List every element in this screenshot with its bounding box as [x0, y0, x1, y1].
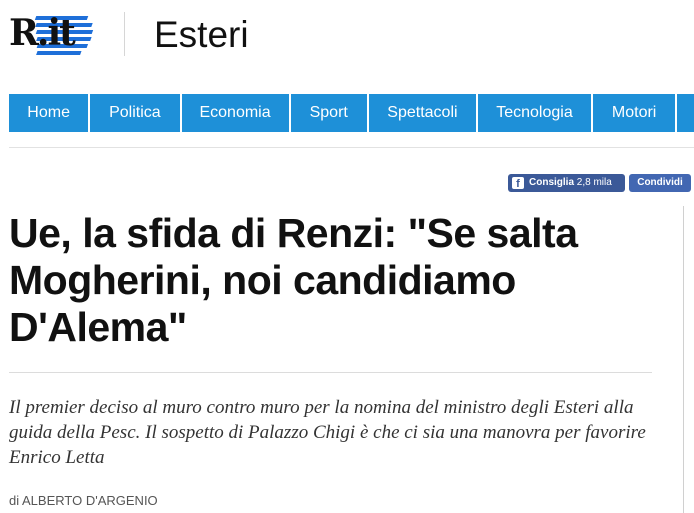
nav-item-home[interactable]: Home [9, 94, 89, 132]
article-headline: Ue, la sfida di Renzi: "Se salta Mogheri… [9, 210, 578, 350]
facebook-recommend-button[interactable]: f Consiglia 2,8 mila [508, 174, 625, 192]
nav-item-motori[interactable]: Motori [592, 94, 676, 132]
header-divider [124, 12, 125, 56]
sidebar-divider [683, 206, 684, 513]
nav-item-sport[interactable]: Sport [290, 94, 367, 132]
facebook-recommend-label: Consiglia [529, 177, 575, 188]
nav-item-more[interactable] [677, 94, 694, 132]
nav-item-economia[interactable]: Economia [181, 94, 289, 132]
nav-item-politica[interactable]: Politica [90, 94, 180, 132]
nav-item-spettacoli[interactable]: Spettacoli [368, 94, 476, 132]
facebook-icon: f [512, 177, 524, 190]
repubblica-logo[interactable]: R.it [9, 11, 94, 61]
article-byline: di ALBERTO D'ARGENIO [9, 493, 158, 508]
main-nav: Home Politica Economia Sport Spettacoli … [9, 94, 694, 132]
page: R.it Esteri Home Politica Economia Sport… [0, 0, 694, 513]
nav-item-tecnologia[interactable]: Tecnologia [477, 94, 591, 132]
section-title[interactable]: Esteri [154, 14, 249, 56]
nav-divider [9, 147, 694, 148]
article-summary: Il premier deciso al muro contro muro pe… [9, 397, 646, 468]
article-divider [9, 372, 652, 373]
share-button[interactable]: Condividi [629, 174, 691, 192]
logo-text: R.it [9, 12, 76, 54]
facebook-recommend-count: 2,8 mila [576, 177, 612, 188]
